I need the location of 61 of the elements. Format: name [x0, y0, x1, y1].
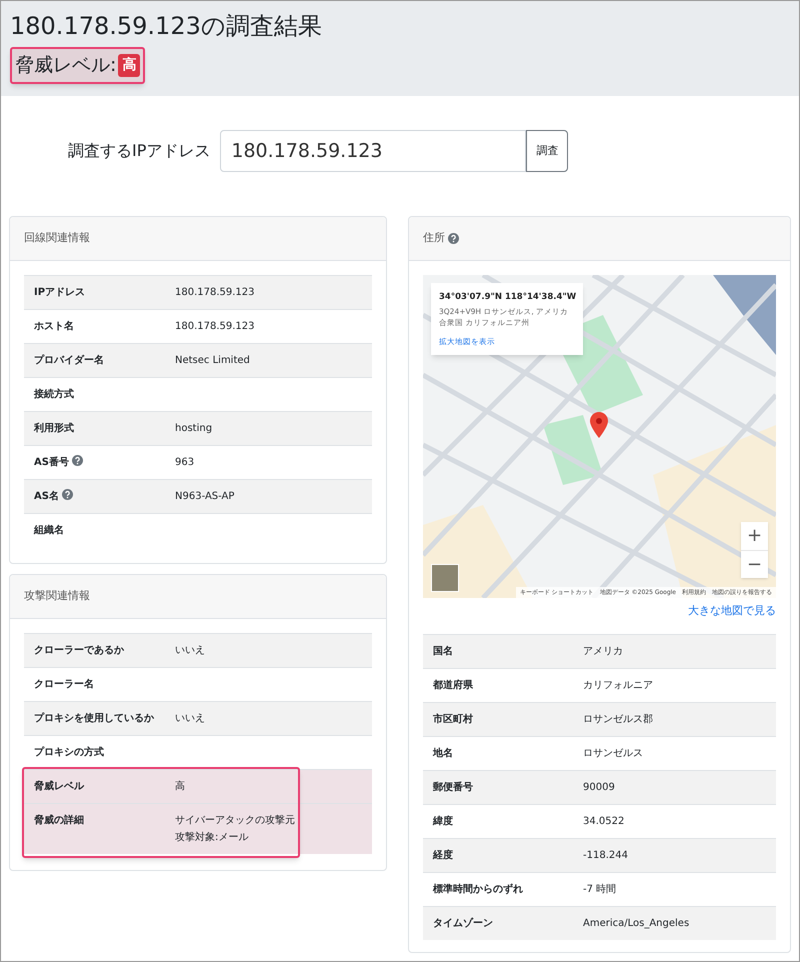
row-label: タイムゾーン: [433, 918, 493, 928]
map-coordinates: 34°03'07.9"N 118°14'38.4"W: [439, 291, 575, 304]
threat-level-label: 脅威レベル:: [15, 53, 116, 78]
row-label: 市区町村: [433, 714, 473, 724]
row-label: 緯度: [433, 816, 453, 826]
card-title: 回線関連情報: [24, 230, 90, 246]
row-label: 地名: [433, 748, 453, 758]
row-value: 963: [175, 456, 196, 470]
row-value: いいえ: [175, 712, 206, 726]
row-label: 脅威レベル: [34, 781, 84, 792]
row-value: ロサンゼルス: [583, 746, 644, 760]
row-label: プロバイダー名: [34, 355, 104, 366]
row-label: AS名: [34, 491, 59, 502]
row-value: hosting: [175, 422, 214, 436]
row-label: 標準時間からのずれ: [433, 884, 523, 894]
row-label: 組織名: [34, 525, 64, 536]
zoom-in-button[interactable]: +: [741, 522, 768, 550]
row-label: ホスト名: [34, 321, 74, 332]
ip-input-field[interactable]: 180.178.59.123: [220, 130, 526, 172]
row-label: 都道府県: [433, 680, 473, 690]
threat-level-badge: 高: [118, 54, 140, 77]
row-label: AS番号: [34, 457, 69, 468]
help-icon[interactable]: [72, 455, 83, 466]
row-label: プロキシの方式: [34, 747, 104, 758]
row-value: アメリカ: [583, 644, 624, 658]
row-label: クローラーであるか: [34, 645, 124, 656]
card-title: 攻撃関連情報: [24, 588, 90, 604]
row-label: 接続方式: [34, 389, 74, 400]
row-value: 攻撃対象:メール: [175, 830, 250, 845]
row-value: いいえ: [175, 644, 206, 658]
large-map-link[interactable]: 大きな地図で見る: [688, 603, 776, 620]
search-button[interactable]: 調査: [526, 130, 568, 172]
row-value: 高: [175, 780, 186, 794]
row-label: 経度: [433, 850, 453, 860]
row-value: -7 時間: [583, 882, 618, 896]
card-title: 住所: [423, 230, 445, 246]
help-icon[interactable]: [62, 489, 73, 500]
row-label: 利用形式: [34, 423, 74, 434]
row-value: America/Los_Angeles: [583, 916, 690, 930]
row-label: 郵便番号: [433, 782, 473, 792]
satellite-thumbnail[interactable]: [431, 564, 459, 592]
page-title: 180.178.59.123の調査結果: [10, 11, 322, 42]
row-value: 180.178.59.123: [175, 320, 256, 334]
row-label: クローラー名: [34, 679, 94, 690]
row-label: 脅威の詳細: [34, 815, 84, 826]
row-value: 180.178.59.123: [175, 286, 256, 300]
row-value: カリフォルニア: [583, 678, 654, 692]
row-value: 90009: [583, 780, 616, 794]
ip-search-label: 調査するIPアドレス: [68, 140, 210, 162]
row-label: 国名: [433, 646, 453, 656]
row-value: -118.244: [583, 848, 629, 862]
row-value: サイバーアタックの攻撃元: [175, 814, 296, 828]
row-label: プロキシを使用しているか: [34, 713, 154, 724]
row-value: Netsec Limited: [175, 354, 251, 368]
row-label: IPアドレス: [34, 287, 86, 298]
row-value: N963-AS-AP: [175, 490, 236, 504]
row-value: ロサンゼルス郡: [583, 712, 654, 726]
map-pin-icon: [590, 412, 608, 438]
help-icon[interactable]: [448, 233, 459, 244]
row-value: 34.0522: [583, 814, 626, 828]
zoom-out-button[interactable]: −: [741, 550, 768, 578]
